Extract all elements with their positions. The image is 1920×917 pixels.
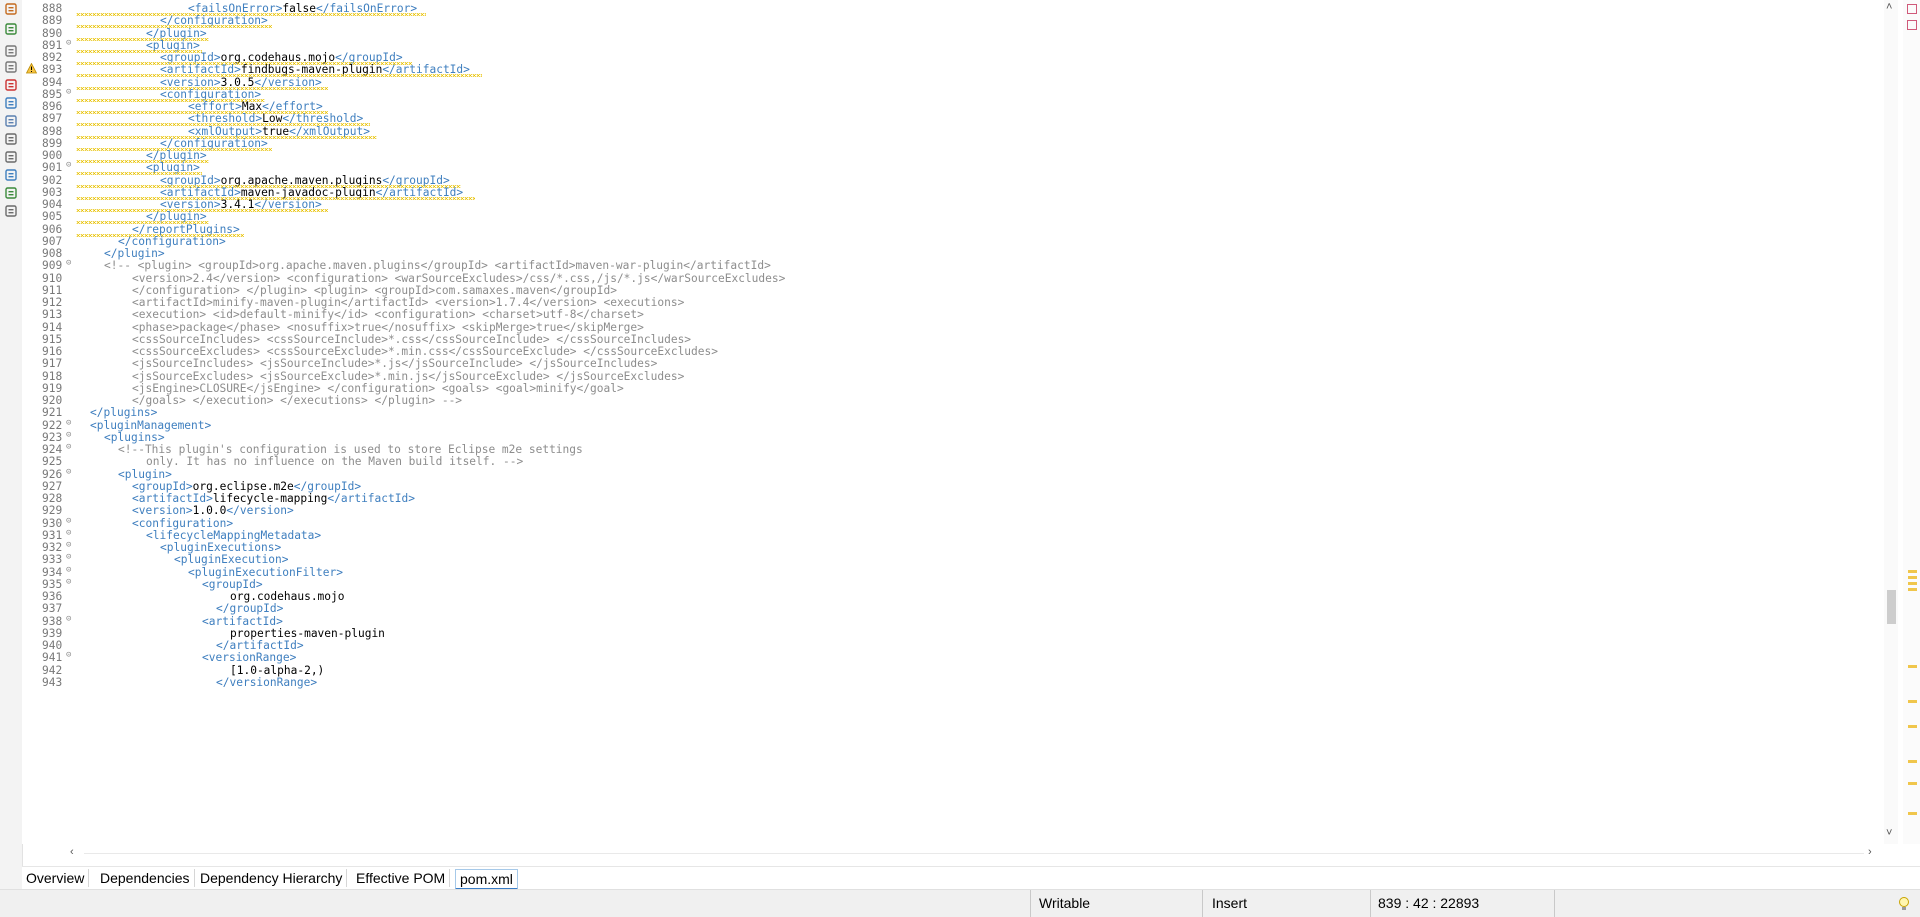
minimize-icon[interactable] [4,60,18,74]
problems-icon[interactable] [4,78,18,92]
warning-marker[interactable] [1908,812,1917,815]
tasks-icon[interactable] [4,168,18,182]
horizontal-scrollbar[interactable]: ‹ › [70,846,1880,860]
status-divider [1370,890,1371,917]
warning-marker[interactable] [1908,725,1917,728]
fold-toggle-icon[interactable]: ⊝ [66,430,75,440]
warning-marker[interactable] [1908,760,1917,763]
error-summary-icon[interactable] [1907,4,1917,14]
tab-dependencies[interactable]: Dependencies [96,869,195,887]
fold-toggle-icon[interactable]: ⊝ [66,38,75,48]
scroll-up-arrow-icon[interactable]: ˄ [1886,2,1892,13]
fold-toggle-icon[interactable]: ⊝ [66,577,75,587]
package-tree-icon[interactable] [4,22,18,36]
code-text: </versionRange> [216,675,318,689]
minimized-views-trim [0,0,23,916]
fold-toggle-icon[interactable]: ⊝ [66,565,75,575]
outline-icon[interactable] [4,204,18,218]
fold-toggle-icon[interactable]: ⊝ [66,541,75,550]
console-icon[interactable] [4,132,18,146]
fold-toggle-icon[interactable]: ⊝ [66,614,75,624]
overview-ruler[interactable] [1903,0,1920,844]
tab-label: Dependencies [100,870,190,886]
warning-marker[interactable] [1908,665,1917,668]
warning-marker[interactable] [1908,700,1917,703]
status-divider [1554,890,1555,917]
hierarchy-icon[interactable] [4,2,18,16]
annotation-summary-icon[interactable] [1907,20,1917,30]
line-number: 943 [42,675,63,689]
fold-toggle-icon[interactable]: ⊝ [66,651,75,660]
scroll-down-arrow-icon[interactable]: ˅ [1886,828,1892,839]
tip-of-the-day-icon[interactable] [1898,897,1910,911]
xml-source-editor[interactable]: 888 <failsOnError>false</failsOnError> 889… [22,0,1894,844]
fold-toggle-icon[interactable]: ⊝ [66,528,75,538]
horizontal-scroll-track[interactable] [84,853,1864,854]
status-cursor-position: 839 : 42 : 22893 [1378,895,1480,911]
warning-marker[interactable] [1908,588,1917,591]
fold-toggle-icon[interactable]: ⊝ [66,516,75,526]
vertical-scrollbar[interactable]: ˄ ˅ [1884,0,1898,844]
javadoc-icon[interactable] [4,96,18,110]
scroll-right-arrow-icon[interactable]: › [1868,847,1872,858]
tab-label: Overview [26,870,85,886]
restore-icon[interactable] [4,44,18,58]
tab-pom-xml[interactable]: pom.xml [455,869,518,890]
pom-editor-tabs: Overview Dependencies Dependency Hierarc… [22,866,1920,890]
progress-icon[interactable] [4,186,18,200]
tab-label: Dependency Hierarchy [200,870,343,886]
fold-toggle-icon[interactable]: ⊝ [66,87,75,97]
code-line[interactable]: 943 </versionRange> [22,675,1882,690]
scroll-left-arrow-icon[interactable]: ‹ [70,847,74,858]
fold-toggle-icon[interactable]: ⊝ [66,161,75,170]
warning-marker[interactable] [1908,782,1917,785]
fold-toggle-icon[interactable]: ⊝ [66,553,75,562]
declaration-icon[interactable] [4,114,18,128]
tab-dependency-hierarchy[interactable]: Dependency Hierarchy [196,869,348,887]
fold-toggle-icon[interactable]: ⊝ [66,418,75,428]
status-divider [1202,890,1203,917]
fold-toggle-icon[interactable]: ⊝ [66,443,75,452]
tab-effective-pom[interactable]: Effective POM [352,869,451,887]
fold-toggle-icon[interactable]: ⊝ [66,467,75,477]
status-writable: Writable [1039,895,1091,911]
tab-label: pom.xml [460,871,513,887]
tab-overview[interactable]: Overview [22,869,90,887]
warning-marker[interactable] [1908,570,1917,573]
warning-marker[interactable] [1908,576,1917,579]
tab-label: Effective POM [356,870,446,886]
warning-marker[interactable] [1908,582,1917,585]
status-insert-mode: Insert [1212,895,1248,911]
status-divider [1030,890,1031,917]
fold-toggle-icon[interactable]: ⊝ [66,259,75,268]
vertical-scroll-thumb[interactable] [1887,590,1896,624]
search-icon[interactable] [4,150,18,164]
status-bar: Writable Insert 839 : 42 : 22893 [0,889,1920,917]
warning-icon[interactable] [25,62,38,74]
